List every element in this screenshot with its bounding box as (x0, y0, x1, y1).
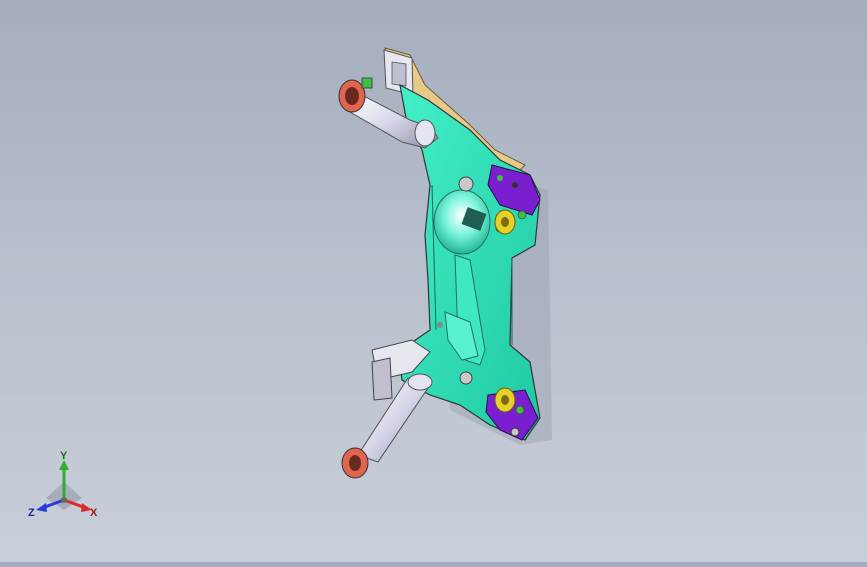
model-canvas[interactable] (0, 0, 867, 562)
axis-triad: Y X Z (24, 448, 104, 528)
plate-hole (458, 176, 474, 192)
plate-hole (437, 322, 443, 328)
y-axis-label: Y (60, 450, 68, 462)
x-axis-label: X (90, 507, 98, 519)
cad-viewport[interactable] (0, 0, 867, 562)
z-axis-label: Z (28, 507, 35, 519)
plate-hole (459, 371, 473, 385)
lower-flange[interactable] (341, 447, 369, 479)
z-axis-arrow-icon (36, 503, 47, 512)
lower-tube[interactable] (357, 373, 433, 463)
